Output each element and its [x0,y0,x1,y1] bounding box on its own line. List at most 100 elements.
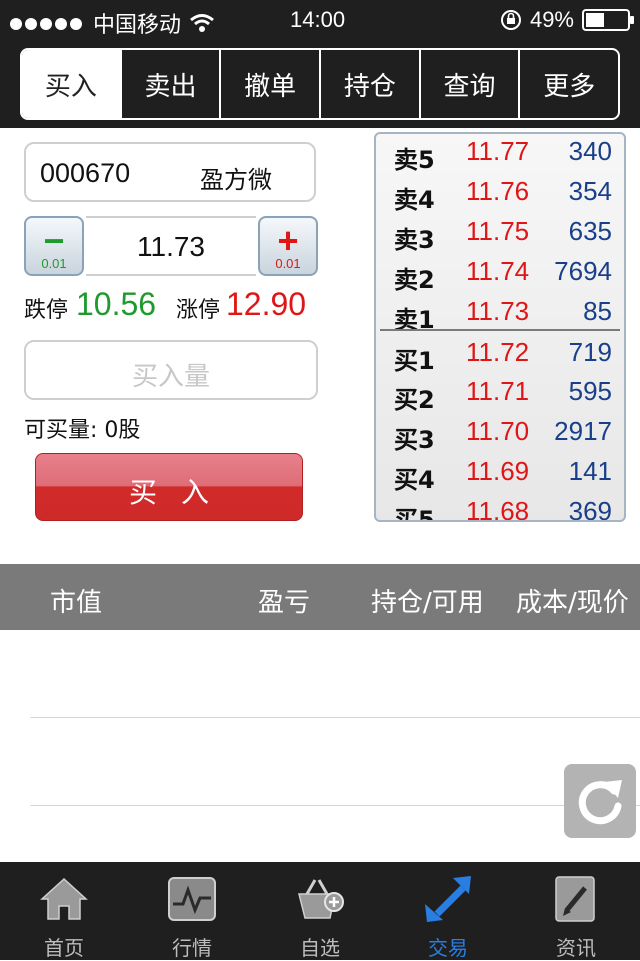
status-left: 中国移动 [10,7,215,39]
nav-watchlist[interactable]: 自选 [256,862,384,960]
trade-tabs: 买入 卖出 撤单 持仓 查询 更多 [20,48,620,120]
col-cost-current: 成本/现价 [516,588,629,618]
tab-cancel-order[interactable]: 撤单 [219,50,319,118]
wifi-icon [190,14,214,32]
tab-buy[interactable]: 买入 [22,50,120,118]
bid-price: 11.68 [466,496,530,522]
available-quantity: 可买量: 0股 [24,418,141,443]
tab-sell[interactable]: 卖出 [119,50,220,118]
refresh-icon [578,780,622,825]
order-book: 卖5 11.77 340 卖4 11.76 354 卖3 11.75 635 卖… [374,132,626,522]
bid-row: 买5 11.68 369 [376,494,624,522]
nav-home[interactable]: 首页 [0,862,128,960]
col-profit-loss: 盈亏 [258,588,311,618]
bid-row: 买4 11.69 141 [376,454,624,494]
signal-strength-icon [10,10,85,36]
positions-table-header: 市值 盈亏 持仓/可用 成本/现价 [0,564,640,630]
rotation-lock-icon [500,10,521,30]
stock-code: 000670 [40,158,131,188]
bid-volume: 141 [568,456,612,486]
quantity-placeholder: 买入量 [131,362,210,392]
buy-quantity-input[interactable]: 买入量 [24,340,318,400]
price-decrease-button[interactable]: − 0.01 [24,216,84,276]
trade-arrows-icon [425,876,471,922]
ask-price: 11.77 [466,136,530,166]
ask-volume: 7694 [554,256,612,286]
price-increase-button[interactable]: + 0.01 [258,216,318,276]
buy-button[interactable]: 买入 [35,453,303,521]
buy-button-label: 买入 [128,476,233,509]
limit-down-label: 跌停 [24,298,69,323]
news-edit-icon [555,876,595,922]
bid-volume: 369 [568,496,612,522]
stock-code-input[interactable]: 000670 盈方微 [24,142,316,202]
bid-level: 买4 [394,466,435,494]
decrease-step-label: 0.01 [41,256,67,271]
stock-name: 盈方微 [200,166,272,194]
ask-level: 卖2 [394,266,435,294]
bottom-nav: 首页 行情 自选 交易 资讯 [0,862,640,960]
bid-volume: 719 [568,337,612,367]
limit-down-value: 10.56 [76,286,157,322]
trade-tabbar: 买入 卖出 撤单 持仓 查询 更多 [0,40,640,128]
col-holding-available: 持仓/可用 [371,588,484,618]
bid-volume: 595 [568,376,612,406]
status-bar: 中国移动 14:00 49% [0,0,640,40]
price-input[interactable]: 11.73 [86,216,256,276]
bid-level: 买5 [394,506,435,522]
nav-trade[interactable]: 交易 [384,862,512,960]
ask-price: 11.73 [466,296,530,326]
basket-add-icon [298,879,344,919]
ask-row: 卖2 11.74 7694 [376,254,624,294]
col-market-value: 市值 [50,588,103,618]
ask-price: 11.75 [466,216,530,246]
bid-row: 买3 11.70 2917 [376,414,624,454]
tab-positions[interactable]: 持仓 [319,50,419,118]
ask-row: 卖3 11.75 635 [376,214,624,254]
tab-query[interactable]: 查询 [418,50,519,118]
battery-icon [582,9,634,31]
refresh-button[interactable] [564,764,636,838]
ask-volume: 85 [583,296,612,326]
chart-icon [168,877,216,921]
bid-price: 11.71 [466,376,530,406]
nav-market-label: 行情 [172,936,212,960]
bid-row: 买1 11.72 719 [376,335,624,375]
bid-price: 11.72 [466,337,530,367]
nav-home-label: 首页 [44,936,84,960]
nav-market[interactable]: 行情 [128,862,256,960]
nav-watchlist-label: 自选 [300,936,340,960]
nav-news-label: 资讯 [556,936,596,960]
ask-level: 卖3 [394,226,435,254]
limit-up-value: 12.90 [226,286,307,322]
ask-level: 卖4 [394,186,435,214]
bid-price: 11.70 [466,416,530,446]
limit-up-label: 涨停 [176,298,221,323]
tab-more[interactable]: 更多 [518,50,618,118]
price-value: 11.73 [137,231,205,262]
price-stepper: − 0.01 11.73 + 0.01 [24,216,318,276]
ask-row: 卖5 11.77 340 [376,134,624,174]
home-icon [40,877,88,920]
book-divider [380,329,620,331]
ask-price: 11.74 [466,256,530,286]
nav-news[interactable]: 资讯 [512,862,640,960]
list-divider [30,717,640,718]
ask-level: 卖5 [394,146,435,174]
bid-level: 买1 [394,347,435,375]
ask-row: 卖1 11.73 85 [376,294,624,334]
bid-level: 买2 [394,386,435,414]
list-divider [30,805,640,806]
ask-volume: 340 [568,136,612,166]
battery-percent: 49% [529,7,574,32]
status-time: 14:00 [290,7,346,32]
bid-volume: 2917 [554,416,612,446]
bid-level: 买3 [394,426,435,454]
price-limits: 跌停 10.56 涨停 12.90 [24,286,324,326]
bid-price: 11.69 [466,456,530,486]
ask-row: 卖4 11.76 354 [376,174,624,214]
ask-volume: 635 [568,216,612,246]
ask-price: 11.76 [466,176,530,206]
carrier-name: 中国移动 [93,12,182,37]
ask-volume: 354 [568,176,612,206]
